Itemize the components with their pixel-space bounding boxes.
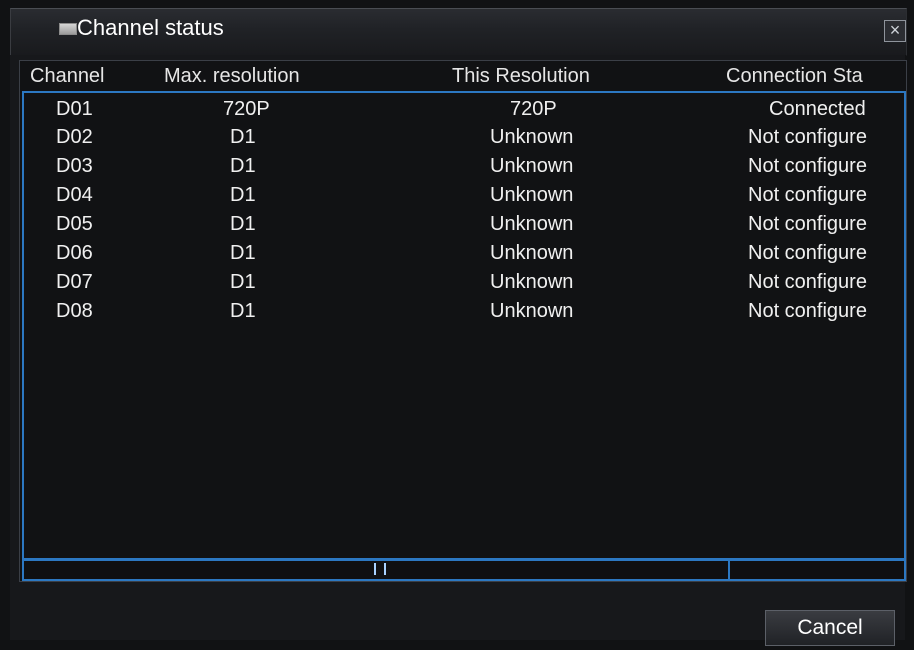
scrollbar-thumb[interactable] (382, 561, 730, 579)
table-row[interactable]: D01 720P 720P Connected (24, 95, 904, 123)
cell-channel: D02 (56, 126, 93, 148)
cell-this-resolution: Unknown (490, 184, 574, 206)
table-row[interactable]: D05 D1 Unknown Not configure (24, 210, 904, 238)
cell-channel: D05 (56, 213, 93, 235)
table-row[interactable]: D07 D1 Unknown Not configure (24, 268, 904, 296)
cancel-button[interactable]: Cancel (765, 610, 895, 646)
header-channel: Channel (30, 65, 105, 87)
window-icon (59, 23, 77, 35)
cell-this-resolution: Unknown (490, 242, 574, 264)
table-row[interactable]: D03 D1 Unknown Not configure (24, 152, 904, 180)
table-row[interactable]: D04 D1 Unknown Not configure (24, 181, 904, 209)
cell-max-resolution: D1 (230, 271, 256, 293)
cell-connection-status: Not configure (748, 213, 867, 235)
cell-connection-status: Not configure (748, 300, 867, 322)
table-grid: D01 720P 720P Connected D02 D1 Unknown N… (22, 91, 906, 560)
scrollbar-grip-icon[interactable] (374, 563, 386, 575)
cell-max-resolution: D1 (230, 155, 256, 177)
cell-channel: D01 (56, 98, 93, 120)
header-max-resolution: Max. resolution (164, 65, 300, 87)
cell-connection-status: Not configure (748, 242, 867, 264)
cell-connection-status: Not configure (748, 155, 867, 177)
close-button[interactable]: × (884, 20, 906, 42)
cell-max-resolution: 720P (223, 98, 270, 120)
cell-connection-status: Not configure (748, 126, 867, 148)
cell-this-resolution: Unknown (490, 213, 574, 235)
cell-channel: D03 (56, 155, 93, 177)
cell-this-resolution: Unknown (490, 300, 574, 322)
cell-connection-status: Not configure (748, 271, 867, 293)
cell-channel: D08 (56, 300, 93, 322)
cell-this-resolution: Unknown (490, 155, 574, 177)
table-row[interactable]: D08 D1 Unknown Not configure (24, 297, 904, 325)
cell-connection-status: Connected (769, 98, 866, 120)
table-row[interactable]: D02 D1 Unknown Not configure (24, 123, 904, 151)
channel-status-table: Channel Max. resolution This Resolution … (19, 60, 907, 582)
title-bar: Channel status × (10, 8, 907, 56)
cell-channel: D07 (56, 271, 93, 293)
cell-max-resolution: D1 (230, 213, 256, 235)
page-title: Channel status (77, 15, 224, 40)
cell-max-resolution: D1 (230, 242, 256, 264)
cell-max-resolution: D1 (230, 300, 256, 322)
cell-channel: D04 (56, 184, 93, 206)
cell-connection-status: Not configure (748, 184, 867, 206)
cell-this-resolution: 720P (510, 98, 557, 120)
header-this-resolution: This Resolution (452, 65, 590, 87)
cell-channel: D06 (56, 242, 93, 264)
cell-this-resolution: Unknown (490, 271, 574, 293)
horizontal-scrollbar[interactable] (22, 559, 906, 581)
table-header: Channel Max. resolution This Resolution … (20, 61, 906, 91)
header-connection-status: Connection Sta (726, 65, 863, 87)
cell-max-resolution: D1 (230, 184, 256, 206)
cell-this-resolution: Unknown (490, 126, 574, 148)
cell-max-resolution: D1 (230, 126, 256, 148)
table-row[interactable]: D06 D1 Unknown Not configure (24, 239, 904, 267)
